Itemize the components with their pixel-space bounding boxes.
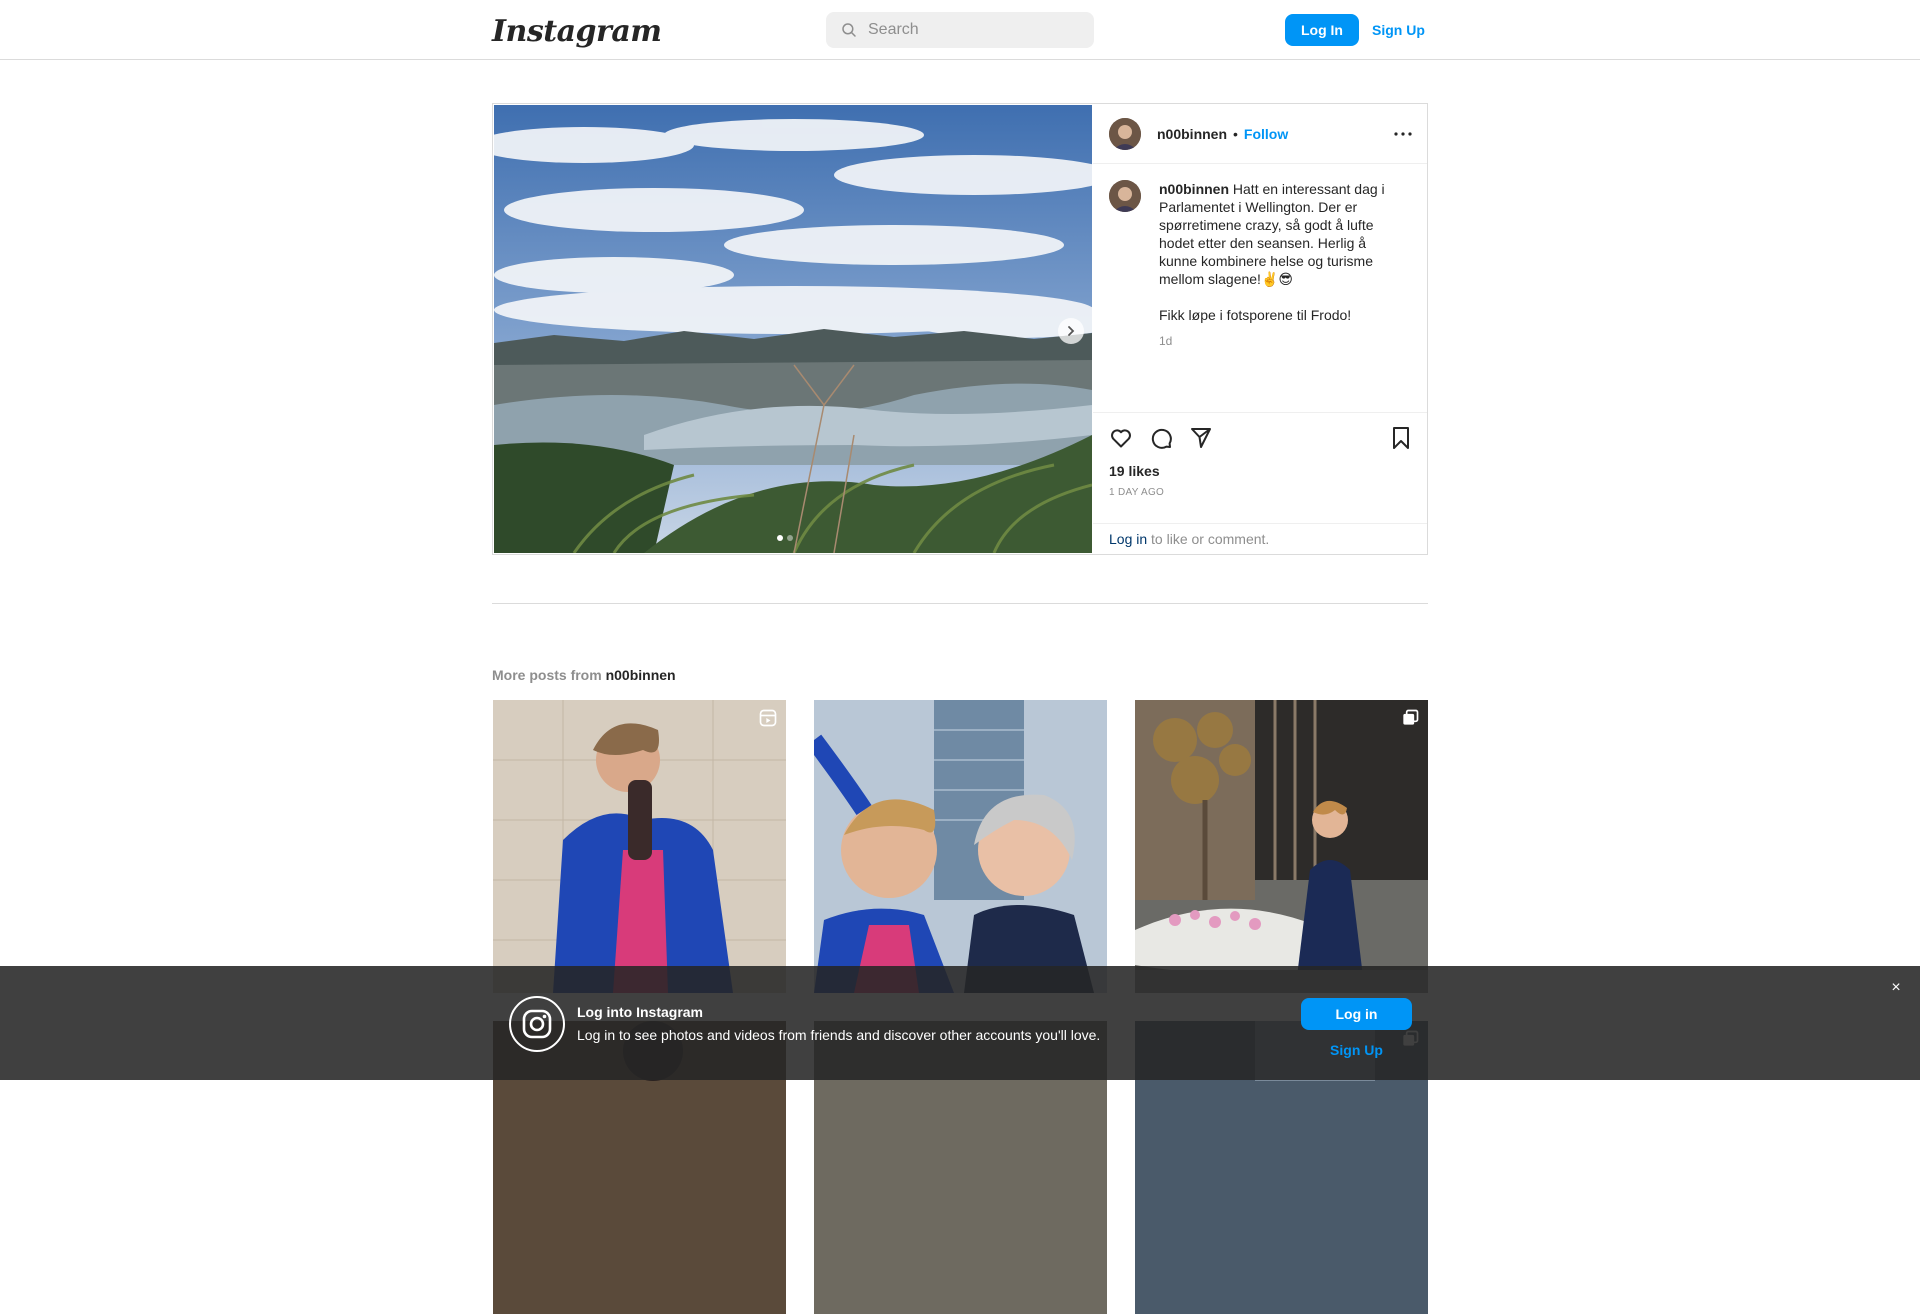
grid-post-image <box>1135 700 1428 993</box>
post-image <box>494 105 1092 553</box>
banner-text: Log in to see photos and videos from fri… <box>577 1027 1101 1043</box>
more-posts-heading: More posts from n00binnen <box>492 667 676 683</box>
caption-time: 1d <box>1159 334 1173 348</box>
login-banner: Log into Instagram Log in to see photos … <box>0 966 1920 1080</box>
avatar[interactable] <box>1109 117 1141 150</box>
login-button[interactable]: Log In <box>1285 14 1359 46</box>
grid-post[interactable] <box>1135 700 1428 993</box>
carousel-dots <box>777 535 793 541</box>
post-caption: n00binnen Hatt en interessant dag i Parl… <box>1109 180 1419 350</box>
login-to-comment: Log in to like or comment. <box>1093 523 1427 554</box>
carousel-dot <box>777 535 783 541</box>
carousel-icon <box>1403 709 1419 725</box>
post-username[interactable]: n00binnen <box>1157 126 1227 142</box>
banner-signup-link[interactable]: Sign Up <box>1301 1042 1412 1058</box>
grid-post[interactable] <box>814 700 1107 993</box>
carousel-dot <box>787 535 793 541</box>
post-date: 1 day ago <box>1109 487 1165 498</box>
post-photo[interactable] <box>494 105 1092 553</box>
separator-dot: • <box>1233 125 1238 142</box>
search-input[interactable] <box>868 21 1078 39</box>
post-actions <box>1093 413 1427 463</box>
grid-post-image <box>814 700 1107 993</box>
instagram-logo-icon <box>509 996 565 1052</box>
chevron-right-icon <box>1068 326 1075 336</box>
top-nav: Instagram Log In Sign Up <box>0 0 1920 60</box>
post-card: n00binnen • Follow n00binnen Hatt en int… <box>492 103 1428 555</box>
more-posts-prefix: More posts from <box>492 667 606 683</box>
grid-post[interactable] <box>493 700 786 993</box>
comment-icon[interactable] <box>1149 426 1173 450</box>
signup-link[interactable]: Sign Up <box>1372 14 1425 46</box>
caption-body: n00binnen Hatt en interessant dag i Parl… <box>1159 180 1399 350</box>
post-actions-section: 19 likes 1 day ago <box>1093 412 1427 498</box>
login-link[interactable]: Log in <box>1109 531 1147 547</box>
carousel-next-button[interactable] <box>1058 318 1084 344</box>
instagram-logo[interactable]: Instagram <box>492 14 662 49</box>
follow-button[interactable]: Follow <box>1244 126 1288 142</box>
login-suffix: to like or comment. <box>1147 531 1270 547</box>
post-side-panel: n00binnen • Follow n00binnen Hatt en int… <box>1093 104 1427 554</box>
banner-login-button[interactable]: Log in <box>1301 998 1412 1030</box>
reel-icon <box>759 709 777 727</box>
avatar[interactable] <box>1109 180 1141 212</box>
more-icon <box>1394 132 1412 136</box>
banner-title: Log into Instagram <box>577 1004 703 1020</box>
post-header: n00binnen • Follow <box>1093 104 1427 164</box>
more-options-button[interactable] <box>1391 124 1415 144</box>
likes-count[interactable]: 19 likes <box>1093 463 1427 479</box>
divider <box>492 603 1428 604</box>
grid-post-image <box>493 700 786 993</box>
search-box[interactable] <box>826 12 1094 48</box>
more-posts-username[interactable]: n00binnen <box>606 667 676 683</box>
bookmark-icon[interactable] <box>1389 426 1413 450</box>
close-icon[interactable]: × <box>1888 980 1904 996</box>
share-icon[interactable] <box>1189 426 1213 450</box>
caption-text-2: Fikk løpe i fotsporene til Frodo! <box>1159 307 1352 323</box>
heart-icon[interactable] <box>1109 426 1133 450</box>
search-icon <box>842 23 856 37</box>
caption-username[interactable]: n00binnen <box>1159 181 1229 197</box>
